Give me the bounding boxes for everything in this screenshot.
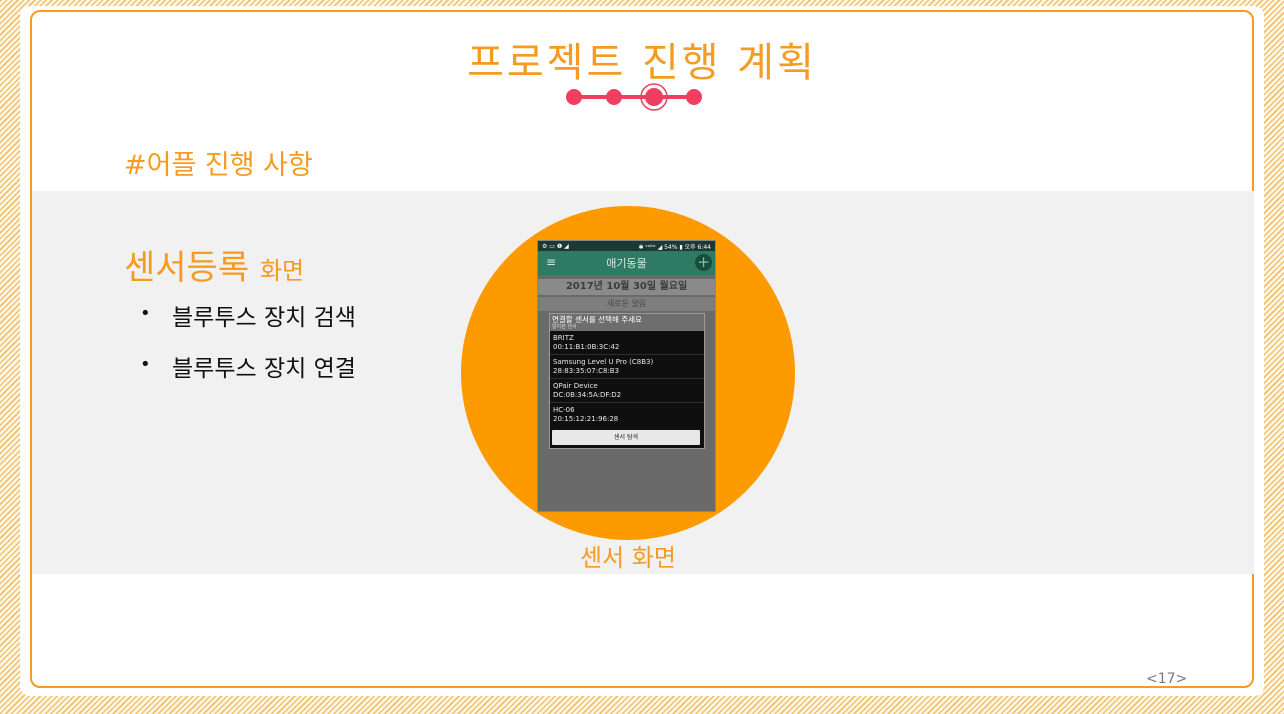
- progress-step-4: [686, 89, 702, 105]
- status-icons-right: ✱ ᵛᵒˡᵗᵉ ◢ 54% ▮ 오후 6:44: [638, 243, 712, 251]
- bullet-item: • 블루투스 장치 연결: [140, 349, 356, 400]
- add-icon[interactable]: +: [695, 254, 712, 271]
- dialog-title: 연결할 센서를 선택해 주세요: [550, 314, 704, 324]
- device-item[interactable]: HC-06 20:15:12:21:96:28: [550, 403, 704, 426]
- dialog-subtitle: 알지된 센서: [550, 324, 704, 331]
- progress-indicator: [566, 83, 702, 111]
- device-address: DC:0B:34:5A:DF:D2: [553, 390, 622, 399]
- device-address: 00:11:B1:0B:3C:42: [553, 342, 620, 351]
- status-icons-left: ⚙ ▭ ❶ ◢: [542, 242, 569, 250]
- phone-screenshot: ⚙ ▭ ❶ ◢ ✱ ᵛᵒˡᵗᵉ ◢ 54% ▮ 오후 6:44 ≡ 애기동물 +…: [537, 240, 716, 512]
- page-number: <17>: [1146, 671, 1188, 687]
- bullet-text: 블루투스 장치 연결: [172, 356, 356, 382]
- progress-step-1: [566, 89, 582, 105]
- app-title: 애기동물: [606, 257, 647, 270]
- image-caption: 센서 화면: [580, 544, 676, 572]
- device-item[interactable]: Samsung Level U Pro (C8B3) 28:83:35:07:C…: [550, 355, 704, 379]
- new-alarm-label: 새로운 알림: [538, 297, 715, 311]
- subtitle-small: 화면: [259, 257, 305, 285]
- slide-title: 프로젝트 진행 계획: [467, 40, 817, 86]
- device-name: QPair Device: [553, 382, 598, 390]
- sensor-select-dialog: 연결할 센서를 선택해 주세요 알지된 센서 BRITZ 00:11:B1:0B…: [549, 313, 705, 449]
- device-item[interactable]: BRITZ 00:11:B1:0B:3C:42: [550, 331, 704, 355]
- progress-step-3: [645, 88, 663, 106]
- phone-app-bar: ≡ 애기동물 +: [538, 251, 715, 275]
- bullet-item: • 블루투스 장치 검색: [140, 298, 356, 349]
- subtitle: 센서등록 화면: [124, 240, 304, 289]
- device-name: HC-06: [553, 406, 575, 414]
- scan-sensor-button[interactable]: 센서 탐색: [552, 430, 700, 445]
- section-heading: #어플 진행 사항: [124, 150, 313, 181]
- phone-status-bar: ⚙ ▭ ❶ ◢ ✱ ᵛᵒˡᵗᵉ ◢ 54% ▮ 오후 6:44: [538, 241, 715, 251]
- device-address: 28:83:35:07:C8:B3: [553, 366, 620, 375]
- bullet-icon: •: [140, 303, 151, 324]
- date-label: 2017년 10월 30일 월요일: [538, 279, 715, 295]
- bullet-list: • 블루투스 장치 검색 • 블루투스 장치 연결: [140, 298, 356, 400]
- bullet-text: 블루투스 장치 검색: [172, 305, 356, 331]
- device-address: 20:15:12:21:96:28: [553, 414, 619, 423]
- progress-step-2: [606, 89, 622, 105]
- device-name: BRITZ: [553, 334, 574, 342]
- subtitle-main: 센서등록: [124, 248, 250, 288]
- menu-icon[interactable]: ≡: [546, 255, 556, 269]
- bullet-icon: •: [140, 354, 151, 375]
- device-name: Samsung Level U Pro (C8B3): [553, 358, 654, 366]
- device-item[interactable]: QPair Device DC:0B:34:5A:DF:D2: [550, 379, 704, 403]
